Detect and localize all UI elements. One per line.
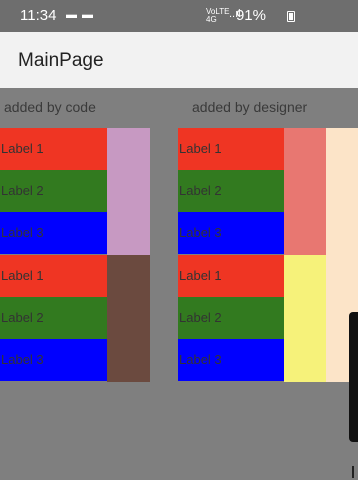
code-label-2b: Label 2	[0, 297, 107, 339]
code-brown-box	[107, 255, 150, 382]
battery-icon	[287, 11, 295, 22]
code-plum-box	[107, 128, 150, 255]
caption-added-by-designer: added by designer	[192, 99, 308, 115]
page-title: MainPage	[18, 50, 104, 71]
code-label-3b: Label 3	[0, 339, 107, 381]
designer-label-1b: Label 1	[178, 255, 284, 297]
designer-label-3a: Label 3	[178, 212, 284, 254]
edge-mark	[352, 466, 354, 478]
designer-label-3b: Label 3	[178, 339, 284, 381]
designer-label-1a: Label 1	[178, 128, 284, 170]
edge-panel	[349, 312, 358, 442]
designer-label-2a: Label 2	[178, 170, 284, 212]
app-bar: MainPage	[0, 32, 358, 88]
notification-icons: ▬ ▬	[66, 9, 95, 21]
caption-added-by-code: added by code	[4, 99, 96, 115]
code-label-2a: Label 2	[0, 170, 107, 212]
code-label-1a: Label 1	[0, 128, 107, 170]
designer-salmon-box	[284, 128, 326, 255]
code-label-1b: Label 1	[0, 255, 107, 297]
status-time: 11:34	[20, 7, 57, 24]
battery-percent: 91%	[235, 7, 266, 24]
designer-label-2b: Label 2	[178, 297, 284, 339]
code-label-3a: Label 3	[0, 212, 107, 254]
status-bar: 11:34 ▬ ▬ VoLTE 4G ..ıl 91%	[0, 0, 358, 32]
designer-yellow-box	[284, 255, 326, 382]
